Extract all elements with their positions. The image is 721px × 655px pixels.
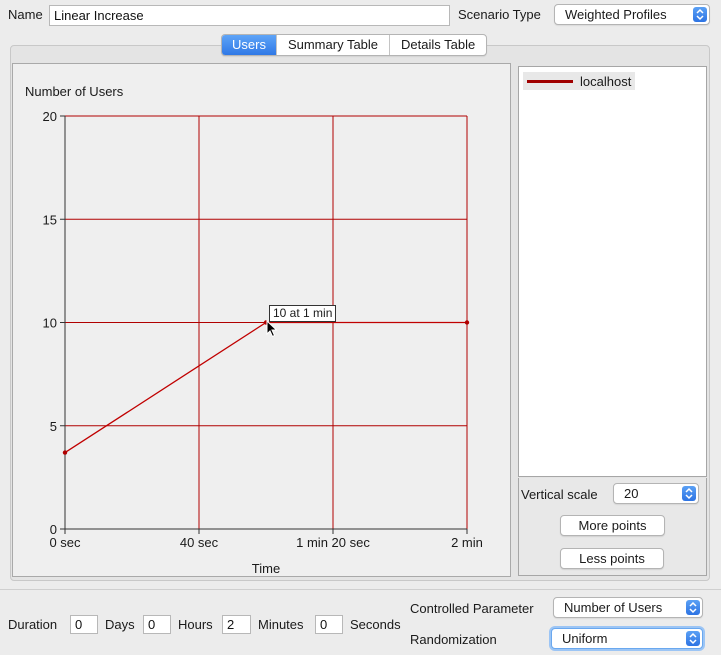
legend-item-localhost[interactable]: localhost (523, 72, 635, 90)
randomization-label: Randomization (410, 632, 497, 647)
series-line (64, 321, 467, 454)
vertical-scale-value: 20 (624, 486, 639, 501)
controlled-parameter-value: Number of Users (564, 600, 663, 615)
randomization-select[interactable]: Uniform (551, 628, 703, 649)
hours-input[interactable] (143, 615, 171, 634)
users-chart[interactable]: 051015200 sec 40 sec 1 min 20 sec 2 minNumb… (13, 64, 510, 576)
data-point[interactable] (62, 450, 68, 455)
chevron-updown-icon (682, 486, 696, 501)
days-input[interactable] (70, 615, 98, 634)
name-input[interactable] (49, 5, 450, 26)
tab-bar: Users Summary Table Details Table (221, 34, 488, 56)
controlled-parameter-select[interactable]: Number of Users (553, 597, 703, 618)
chart-tooltip: 10 at 1 min (269, 305, 337, 322)
controlled-parameter-label: Controlled Parameter (410, 601, 534, 616)
y-tick-label: 20 (43, 109, 57, 124)
y-tick-label: 15 (43, 212, 57, 227)
x-tick-label: 2 min (451, 535, 483, 550)
chevron-updown-icon (693, 7, 707, 22)
x-tick-label: 40 sec (180, 535, 219, 550)
divider (0, 589, 721, 590)
seconds-label: Seconds (350, 617, 401, 632)
scenario-type-label: Scenario Type (458, 7, 541, 22)
x-tick-label: 1 min 20 sec (296, 535, 370, 550)
duration-label: Duration (8, 617, 58, 632)
name-label: Name (8, 7, 43, 22)
chevron-updown-icon (686, 631, 700, 646)
vertical-scale-label: Vertical scale (521, 487, 598, 502)
vertical-scale-select[interactable]: 20 (613, 483, 699, 504)
scenario-type-select[interactable]: Weighted Profiles (554, 4, 710, 25)
chevron-updown-icon (686, 600, 700, 615)
randomization-value: Uniform (562, 631, 608, 646)
y-tick-label: 10 (43, 316, 57, 331)
tab-details-table[interactable]: Details Table (389, 35, 486, 55)
mouse-cursor-icon (266, 320, 278, 338)
legend-panel: localhost (518, 66, 707, 477)
scenario-type-value: Weighted Profiles (565, 7, 667, 22)
days-label: Days (105, 617, 135, 632)
chart-container: 0 5 10 15 20 0 sec 40 sec 1 min 20 sec 2 min Numb… (12, 63, 511, 577)
seconds-input[interactable] (315, 615, 343, 634)
x-axis-label: Time (252, 561, 280, 576)
minutes-input[interactable] (222, 615, 251, 634)
data-point[interactable] (464, 320, 470, 325)
tab-users[interactable]: Users (222, 35, 276, 55)
legend-swatch (527, 79, 573, 83)
legend-label: localhost (580, 73, 632, 89)
x-tick-label: 0 sec (49, 535, 81, 550)
y-tick-label: 5 (50, 419, 57, 434)
hours-label: Hours (178, 617, 213, 632)
tab-summary-table[interactable]: Summary Table (275, 35, 389, 55)
less-points-button[interactable]: Less points (560, 548, 664, 569)
more-points-button[interactable]: More points (560, 515, 665, 536)
minutes-label: Minutes (258, 617, 304, 632)
y-axis-label: Number of Users (25, 84, 124, 99)
